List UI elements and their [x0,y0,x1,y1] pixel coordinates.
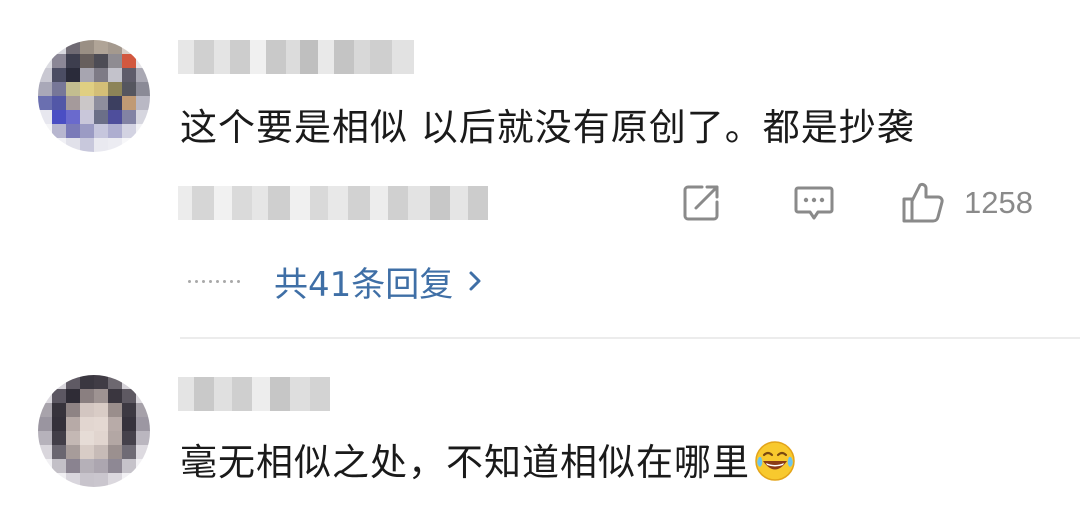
avatar-pixelated-image [38,40,150,152]
thumbs-up-icon [902,182,944,223]
comment-text: 这个要是相似 以后就没有原创了。都是抄袭 [180,106,915,149]
comment-button[interactable] [792,180,838,226]
share-button[interactable] [680,180,726,226]
replies-row: 共41条回复 [188,257,483,306]
username-pixelated[interactable] [178,40,414,74]
share-icon [683,185,719,221]
chevron-right-icon [469,271,481,291]
comment-divider [180,337,1080,339]
like-button[interactable]: 1258 [900,180,1050,226]
laugh-cry-emoji [755,440,795,481]
username-pixelated[interactable] [178,377,330,411]
like-count: 1258 [964,185,1033,220]
comment-text: 毫无相似之处，不知道相似在哪里 [180,432,796,486]
comment-item: 毫无相似之处，不知道相似在哪里 [0,340,1080,513]
avatar[interactable] [38,375,150,487]
comment-meta-pixelated [178,186,508,220]
replies-label: 共41条回复 [274,264,454,305]
comment-icon [794,186,834,220]
avatar-pixelated-image [38,375,150,487]
view-replies-link[interactable]: 共41条回复 [274,257,483,306]
avatar[interactable] [38,40,150,152]
dots-icon [188,278,244,284]
comment-item: 这个要是相似 以后就没有原创了。都是抄袭 1258 共41条回复 [0,0,1080,339]
comment-text-content: 毫无相似之处，不知道相似在哪里 [180,441,750,484]
comment-list: 这个要是相似 以后就没有原创了。都是抄袭 1258 共41条回复 毫无相似之处，… [0,0,1080,513]
